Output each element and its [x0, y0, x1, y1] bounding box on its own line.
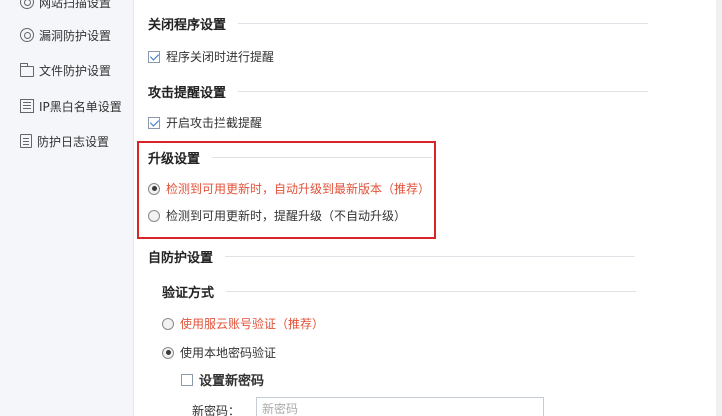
new-password-label: 新密码：: [192, 404, 241, 416]
sidebar-item-vuln-protect[interactable]: 漏洞防护设置: [20, 25, 111, 45]
radio-dot[interactable]: [162, 317, 174, 330]
checkbox-box[interactable]: [148, 50, 160, 63]
checkbox-box[interactable]: [148, 116, 160, 129]
scrollbar[interactable]: [716, 0, 722, 416]
section-title-verify: 验证方式: [162, 282, 637, 301]
set-new-password-checkbox[interactable]: 设置新密码: [181, 370, 264, 389]
section-title-attack: 攻击提醒设置: [148, 82, 649, 101]
verify-local-radio[interactable]: 使用本地密码验证: [162, 344, 276, 361]
sidebar-item-label: 漏洞防护设置: [39, 28, 112, 43]
sidebar-item-file-protect[interactable]: 文件防护设置: [20, 60, 111, 80]
sidebar-item-ip-list[interactable]: IP黑白名单设置: [20, 96, 122, 116]
radio-dot[interactable]: [162, 346, 174, 359]
divider: [238, 91, 649, 92]
log-icon: [20, 134, 32, 148]
new-password-input[interactable]: [256, 397, 544, 416]
section-title-close: 关闭程序设置: [148, 14, 649, 33]
divider: [226, 291, 637, 292]
divider: [238, 23, 649, 24]
scan-icon: [20, 0, 34, 9]
sidebar-item-label: 网站扫描设置: [39, 0, 112, 10]
folder-icon: [20, 62, 34, 77]
checkbox-box[interactable]: [181, 373, 193, 386]
sidebar-item-log[interactable]: 防护日志设置: [20, 131, 109, 151]
sidebar: 网站扫描设置 漏洞防护设置 文件防护设置 IP黑白名单设置 防护日志设置: [0, 0, 134, 416]
divider: [225, 256, 636, 257]
list-icon: [20, 99, 34, 113]
sidebar-item-site-scan[interactable]: 网站扫描设置: [20, 0, 111, 12]
sidebar-item-label: 防护日志设置: [37, 134, 110, 149]
highlight-annotation-box: [137, 141, 436, 239]
sidebar-item-label: 文件防护设置: [39, 63, 112, 78]
sidebar-item-label: IP黑白名单设置: [39, 99, 122, 114]
verify-cloud-radio[interactable]: 使用服云账号验证（推荐）: [162, 315, 324, 332]
shield-icon: [20, 28, 34, 42]
close-remind-checkbox[interactable]: 程序关闭时进行提醒: [148, 48, 274, 65]
attack-remind-checkbox[interactable]: 开启攻击拦截提醒: [148, 114, 262, 131]
section-title-self-protect: 自防护设置: [148, 247, 636, 266]
